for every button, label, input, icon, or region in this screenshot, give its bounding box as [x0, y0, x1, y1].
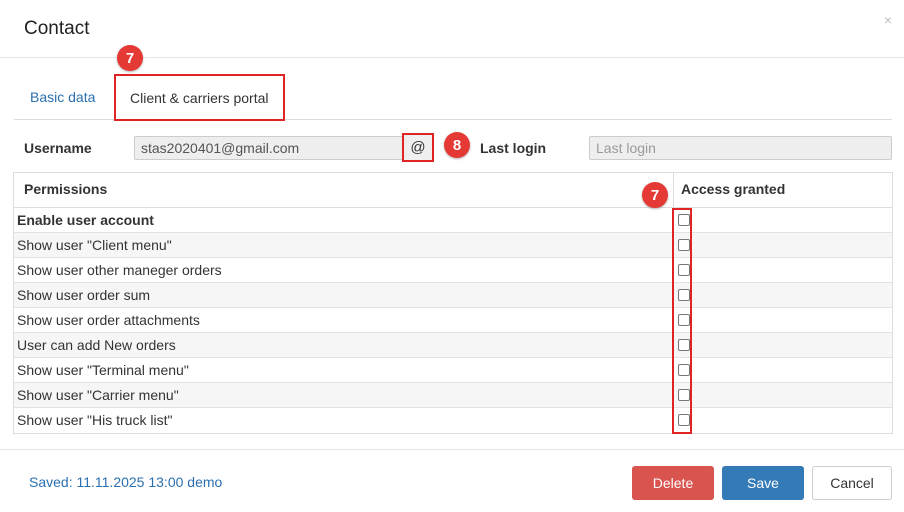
- table-row: Show user "Terminal menu": [14, 358, 892, 383]
- permission-label: Show user "Carrier menu": [17, 387, 179, 403]
- table-row: User can add New orders: [14, 333, 892, 358]
- cancel-button[interactable]: Cancel: [812, 466, 892, 500]
- tab-bar: Basic data Client & carriers portal: [14, 74, 892, 121]
- permissions-header: Permissions: [24, 181, 108, 197]
- username-label: Username: [24, 140, 92, 156]
- tab-client-carriers-portal[interactable]: Client & carriers portal: [114, 74, 285, 121]
- saved-status: Saved: 11.11.2025 13:00 demo: [29, 474, 223, 490]
- permission-label: Show user order sum: [17, 287, 151, 303]
- last-login-label: Last login: [480, 140, 547, 156]
- permission-label: User can add New orders: [17, 337, 176, 353]
- permission-label: Show user other maneger orders: [17, 262, 222, 278]
- contact-modal: Contact × 7 Basic data Client & carriers…: [0, 0, 904, 512]
- table-row: Show user "His truck list": [14, 408, 892, 433]
- close-icon[interactable]: ×: [884, 12, 892, 28]
- table-row: Show user order sum: [14, 283, 892, 308]
- permission-label: Enable user account: [17, 212, 154, 228]
- last-login-field[interactable]: Last login: [589, 136, 892, 160]
- table-row: Show user other maneger orders: [14, 258, 892, 283]
- access-granted-header: Access granted: [681, 181, 786, 197]
- modal-title: Contact: [24, 18, 90, 39]
- permissions-table: Permissions Access granted Enable user a…: [13, 172, 893, 434]
- table-row: Enable user account: [14, 208, 892, 233]
- permission-label: Show user "Client menu": [17, 237, 172, 253]
- permission-label: Show user "His truck list": [17, 412, 173, 428]
- table-row: Show user "Client menu": [14, 233, 892, 258]
- modal-footer: Saved: 11.11.2025 13:00 demo Delete Save…: [0, 449, 904, 512]
- table-header: Permissions Access granted: [14, 173, 892, 208]
- delete-button[interactable]: Delete: [632, 466, 714, 500]
- annotation-badge: 7: [642, 182, 668, 208]
- save-button[interactable]: Save: [722, 466, 804, 500]
- checkbox-highlight-frame: [672, 208, 692, 434]
- tab-basic-data[interactable]: Basic data: [14, 74, 111, 120]
- table-row: Show user order attachments: [14, 308, 892, 333]
- table-row: Show user "Carrier menu": [14, 383, 892, 408]
- permission-label: Show user "Terminal menu": [17, 362, 189, 378]
- annotation-badge: 7: [117, 45, 143, 71]
- annotation-badge: 8: [444, 132, 470, 158]
- permission-label: Show user order attachments: [17, 312, 200, 328]
- username-field[interactable]: stas2020401@gmail.com: [134, 136, 432, 160]
- table-body: Enable user account Show user "Client me…: [14, 208, 892, 433]
- email-at-button[interactable]: @: [402, 133, 434, 162]
